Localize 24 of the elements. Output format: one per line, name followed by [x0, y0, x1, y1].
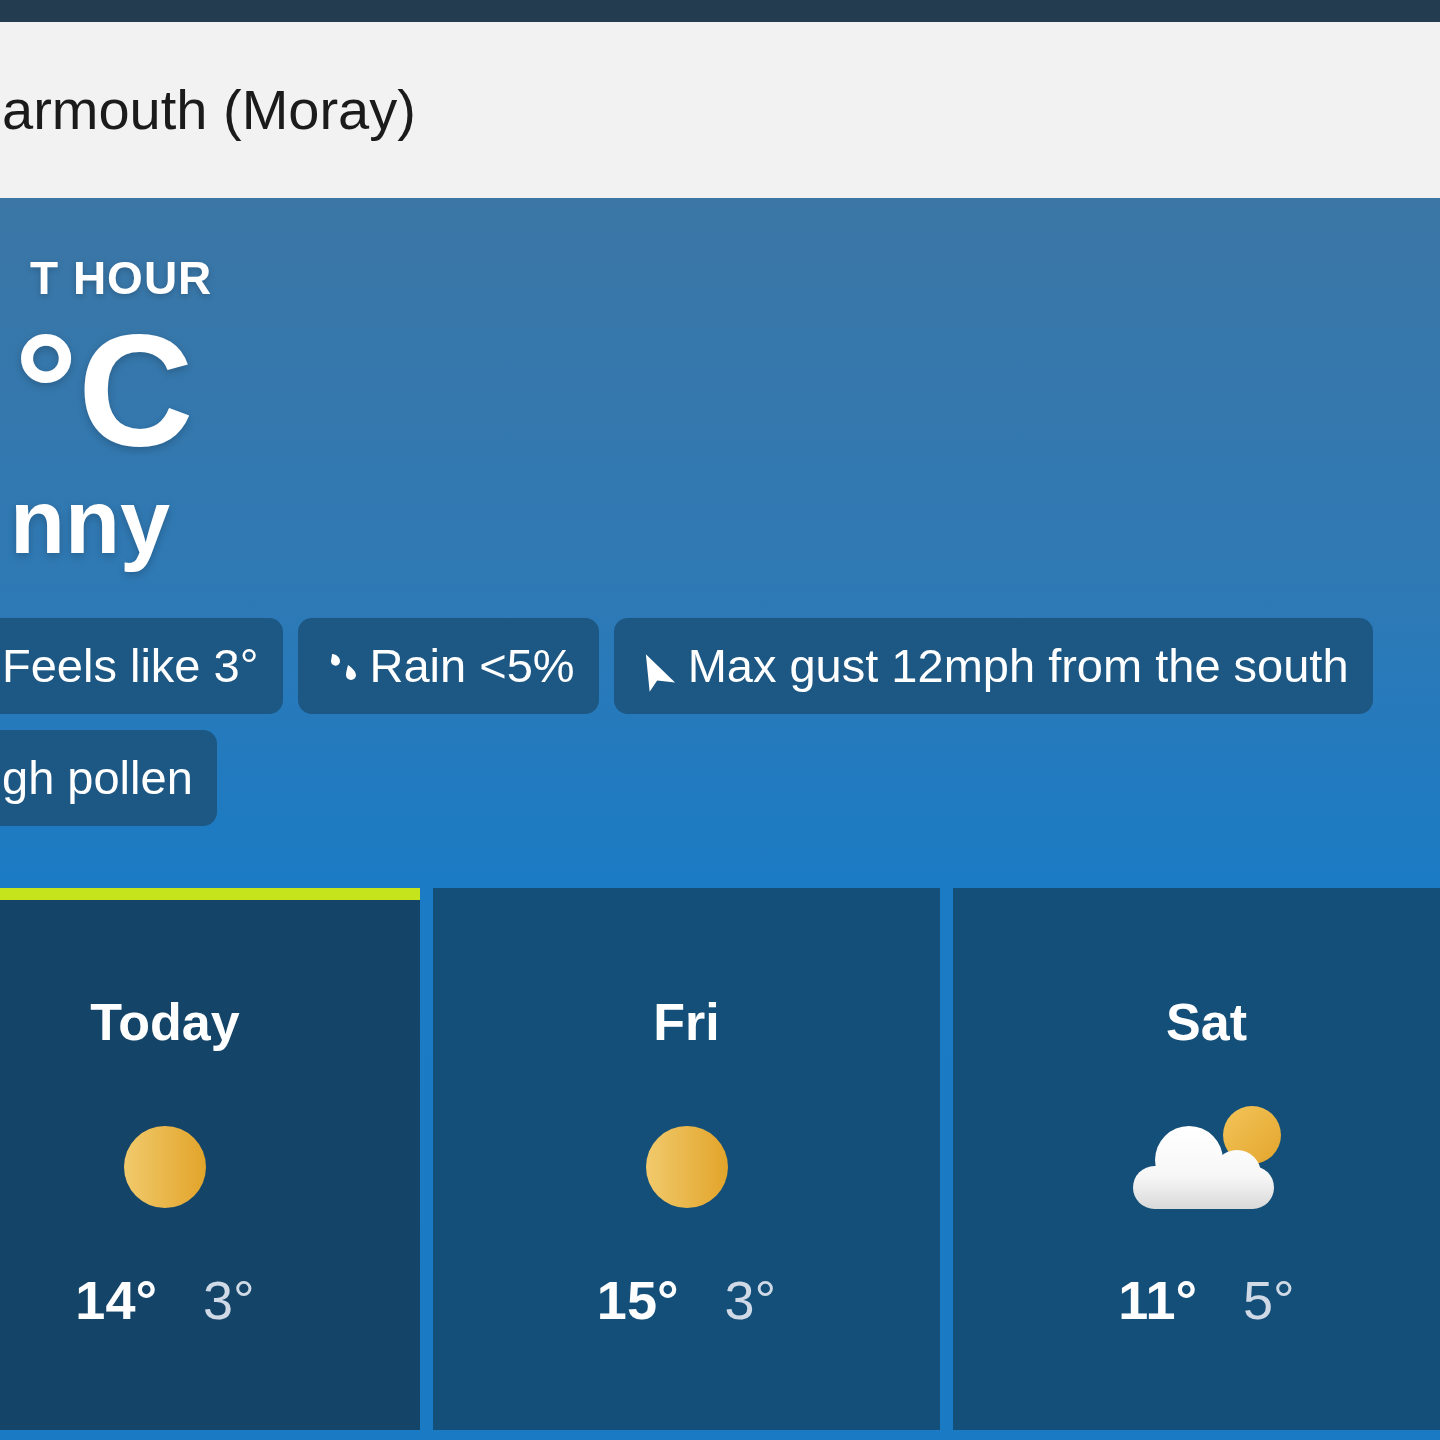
cloud-with-sun-icon [1132, 1105, 1281, 1209]
chip-text: Feels like 3° [2, 638, 259, 693]
low-temperature: 3° [203, 1270, 255, 1330]
high-temperature: 11° [1118, 1270, 1197, 1330]
chip-text: Rain <5% [369, 638, 575, 693]
day-tab[interactable]: Today 14° 3° [0, 888, 420, 1430]
low-temperature: 3° [724, 1270, 777, 1330]
high-temperature: 15° [596, 1270, 679, 1330]
condition-text: nny [9, 472, 170, 572]
forecast-heading: T HOUR [29, 252, 213, 304]
location-name: armouth (Moray) [2, 77, 416, 144]
day-name: Fri [653, 992, 720, 1052]
chip-text: gh pollen [2, 750, 193, 805]
day-tab[interactable]: Fri 15° 3° [433, 888, 940, 1430]
chip-text: Max gust 12mph from the south [687, 638, 1349, 693]
sun-icon [124, 1126, 206, 1208]
sun-icon [645, 1126, 728, 1208]
day-tab[interactable]: Sat 11° 5° [953, 888, 1440, 1430]
temperature-reading: °C [13, 315, 194, 465]
arrow-icon [643, 653, 676, 693]
high-temperature: 14° [75, 1270, 157, 1330]
day-name: Today [90, 992, 240, 1052]
day-name: Sat [1166, 992, 1247, 1052]
low-temperature: 5° [1243, 1270, 1295, 1330]
